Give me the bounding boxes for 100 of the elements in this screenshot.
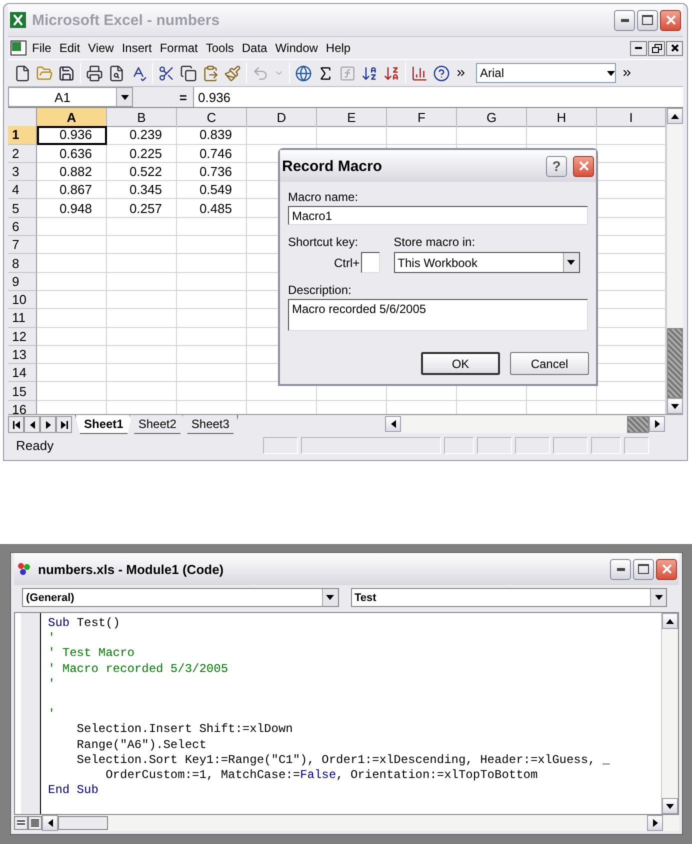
- table-cell[interactable]: 0.936: [37, 126, 107, 145]
- undo-icon[interactable]: [252, 64, 269, 82]
- table-cell[interactable]: 0.239: [107, 126, 177, 145]
- sheet-tab[interactable]: Sheet3: [182, 415, 238, 434]
- name-box[interactable]: A1: [8, 87, 133, 107]
- empty-cell[interactable]: [177, 218, 247, 236]
- left-arrow-icon[interactable]: [390, 420, 396, 428]
- minimize-button[interactable]: [614, 10, 635, 30]
- minimize-button[interactable]: [630, 40, 647, 56]
- minimize-button[interactable]: [610, 558, 631, 580]
- right-arrow-icon[interactable]: [654, 420, 660, 428]
- empty-cell[interactable]: [177, 364, 247, 382]
- empty-cell[interactable]: [177, 309, 247, 328]
- row-header[interactable]: 10: [8, 290, 37, 310]
- row-header[interactable]: 14: [8, 364, 37, 382]
- left-arrow-icon[interactable]: [48, 819, 52, 827]
- sort-ascending-icon[interactable]: [361, 64, 378, 82]
- column-header[interactable]: G: [457, 108, 527, 127]
- save-icon[interactable]: [58, 64, 75, 82]
- row-header[interactable]: 11: [8, 309, 37, 328]
- table-cell[interactable]: 0.485: [177, 199, 247, 218]
- empty-cell[interactable]: [107, 272, 177, 291]
- ok-button[interactable]: OK: [421, 352, 500, 375]
- table-cell[interactable]: 0.225: [107, 144, 177, 163]
- scroll-down-button[interactable]: [662, 798, 678, 814]
- close-button[interactable]: [573, 156, 594, 176]
- column-header[interactable]: C: [177, 108, 247, 127]
- down-arrow-icon[interactable]: [666, 804, 674, 808]
- scroll-left-button[interactable]: [385, 416, 401, 432]
- menu-item[interactable]: File: [28, 39, 56, 57]
- close-button[interactable]: [656, 558, 677, 580]
- empty-cell[interactable]: [177, 382, 247, 401]
- empty-cell[interactable]: [317, 126, 387, 145]
- table-cell[interactable]: 0.867: [37, 181, 107, 200]
- row-header[interactable]: 4: [8, 181, 37, 200]
- down-arrow-icon[interactable]: [671, 404, 679, 408]
- empty-cell[interactable]: [177, 254, 247, 273]
- paste-icon[interactable]: [202, 64, 219, 82]
- module-view-button[interactable]: [28, 816, 42, 830]
- empty-cell[interactable]: [107, 290, 177, 310]
- column-header[interactable]: A: [37, 108, 107, 127]
- workbook-icon[interactable]: [10, 40, 28, 56]
- menu-item[interactable]: Format: [156, 39, 202, 57]
- menu-item[interactable]: Window: [271, 39, 322, 57]
- empty-cell[interactable]: [177, 272, 247, 291]
- procedure-view-button[interactable]: [14, 816, 28, 830]
- row-header[interactable]: 16: [8, 400, 37, 414]
- open-folder-icon[interactable]: [36, 64, 53, 82]
- column-header[interactable]: I: [597, 108, 666, 127]
- format-painter-icon[interactable]: [224, 64, 241, 82]
- empty-cell[interactable]: [177, 346, 247, 364]
- menu-item[interactable]: Data: [238, 39, 272, 57]
- scroll-up-button[interactable]: [667, 108, 683, 124]
- scissors-icon[interactable]: [158, 64, 175, 82]
- column-header[interactable]: F: [387, 108, 457, 127]
- scroll-thumb[interactable]: [667, 328, 683, 398]
- empty-cell[interactable]: [107, 382, 177, 401]
- row-header[interactable]: 9: [8, 272, 37, 291]
- procedure-dropdown[interactable]: Test: [350, 588, 667, 607]
- row-header[interactable]: 12: [8, 328, 37, 346]
- table-cell[interactable]: 0.549: [177, 181, 247, 200]
- scroll-thumb[interactable]: [627, 416, 649, 433]
- column-header[interactable]: D: [247, 108, 317, 127]
- empty-cell[interactable]: [107, 328, 177, 346]
- menu-item[interactable]: View: [84, 39, 118, 57]
- table-cell[interactable]: 0.522: [107, 162, 177, 182]
- empty-cell[interactable]: [107, 309, 177, 328]
- copy-icon[interactable]: [180, 64, 197, 82]
- scroll-thumb[interactable]: [58, 816, 108, 830]
- empty-cell[interactable]: [107, 346, 177, 364]
- column-header[interactable]: E: [317, 108, 387, 127]
- empty-cell[interactable]: [247, 126, 317, 145]
- row-header[interactable]: 3: [8, 162, 37, 182]
- row-header[interactable]: 5: [8, 199, 37, 218]
- printer-icon[interactable]: [86, 64, 103, 82]
- scroll-up-button[interactable]: [662, 613, 678, 629]
- more-icon[interactable]: [621, 67, 633, 79]
- up-arrow-icon[interactable]: [666, 618, 674, 624]
- table-cell[interactable]: 0.882: [37, 162, 107, 182]
- empty-cell[interactable]: [457, 126, 527, 145]
- help-icon[interactable]: [433, 64, 450, 82]
- row-header[interactable]: 1: [8, 126, 37, 145]
- bar-chart-icon[interactable]: [411, 64, 428, 82]
- up-arrow-icon[interactable]: [671, 114, 679, 118]
- row-header[interactable]: 2: [8, 144, 37, 163]
- close-button[interactable]: [660, 10, 681, 30]
- last-sheet-button[interactable]: [56, 416, 72, 433]
- column-header[interactable]: H: [527, 108, 597, 127]
- empty-cell[interactable]: [177, 236, 247, 254]
- store-macro-dropdown[interactable]: This Workbook: [394, 252, 580, 273]
- menu-item[interactable]: Insert: [118, 39, 156, 57]
- description-field[interactable]: Macro recorded 5/6/2005: [288, 299, 588, 331]
- restore-button[interactable]: [648, 40, 665, 56]
- font-field[interactable]: Arial: [476, 63, 616, 83]
- empty-cell[interactable]: [107, 218, 177, 236]
- object-dropdown[interactable]: (General): [22, 588, 338, 607]
- row-header[interactable]: 13: [8, 346, 37, 364]
- empty-cell[interactable]: [107, 254, 177, 273]
- empty-cell[interactable]: [387, 126, 457, 145]
- scroll-right-button[interactable]: [649, 416, 665, 432]
